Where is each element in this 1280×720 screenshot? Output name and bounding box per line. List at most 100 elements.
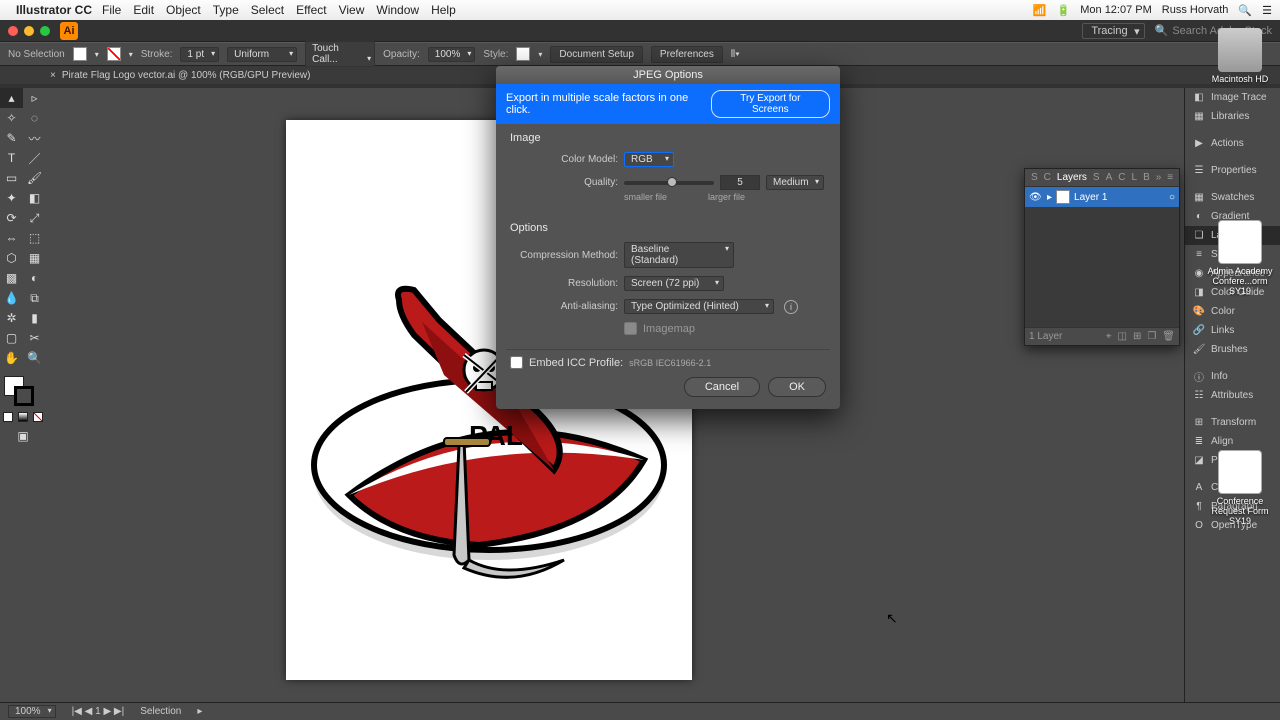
artboard-tool[interactable]: ▢	[0, 328, 23, 348]
artboard-nav[interactable]: |◀ ◀ 1 ▶ ▶|	[72, 706, 125, 717]
stroke-profile-dropdown[interactable]: Uniform	[227, 47, 297, 62]
brush-dropdown[interactable]: Touch Call...	[305, 41, 375, 67]
dock-libraries[interactable]: ▦Libraries	[1185, 107, 1280, 126]
gradient-mode-icon[interactable]	[18, 412, 28, 422]
new-sublayer-icon[interactable]: ⊞	[1133, 331, 1141, 342]
shaper-tool[interactable]: ✦	[0, 188, 23, 208]
preferences-button[interactable]: Preferences	[651, 46, 723, 63]
make-clip-icon[interactable]: ◫	[1117, 331, 1126, 342]
menu-edit[interactable]: Edit	[133, 3, 154, 17]
stock-search[interactable]: 🔍Search Adobe Stock	[1155, 24, 1272, 37]
spotlight-icon[interactable]: 🔍	[1238, 4, 1252, 17]
dock-swatches[interactable]: ▦Swatches	[1185, 188, 1280, 207]
zoom-tool[interactable]: 🔍	[23, 348, 46, 368]
delete-layer-icon[interactable]: 🗑	[1162, 331, 1175, 342]
panel-tab[interactable]: S	[1031, 172, 1038, 183]
rotate-tool[interactable]: ⟳	[0, 208, 23, 228]
dock-image-trace[interactable]: ◧Image Trace	[1185, 88, 1280, 107]
quality-slider[interactable]	[624, 181, 714, 185]
direct-selection-tool[interactable]: ▹	[23, 88, 46, 108]
target-icon[interactable]: ○	[1169, 192, 1175, 203]
document-setup-button[interactable]: Document Setup	[550, 46, 643, 63]
info-icon[interactable]: i	[784, 300, 798, 314]
document-tab-title[interactable]: Pirate Flag Logo vector.ai @ 100% (RGB/G…	[62, 70, 311, 81]
app-title[interactable]: Illustrator CC	[16, 3, 92, 17]
color-mode-icon[interactable]	[3, 412, 13, 422]
window-min-icon[interactable]	[24, 26, 34, 36]
scale-tool[interactable]: ⤢	[23, 208, 46, 228]
blend-tool[interactable]: ⧉	[23, 288, 46, 308]
lasso-tool[interactable]: ◌	[23, 108, 46, 128]
style-swatch[interactable]	[516, 47, 530, 61]
stroke-swatch[interactable]	[107, 47, 121, 61]
dock-color-guide[interactable]: ◨Color Guide	[1185, 283, 1280, 302]
dock-opentype[interactable]: OOpenType	[1185, 516, 1280, 535]
panel-tab[interactable]: C	[1118, 172, 1125, 183]
graph-tool[interactable]: ▮	[23, 308, 46, 328]
dock-gradient[interactable]: ◐Gradient	[1185, 207, 1280, 226]
dock-properties[interactable]: ☰Properties	[1185, 161, 1280, 180]
width-tool[interactable]: ⇔	[0, 228, 23, 248]
selection-tool[interactable]: ▴	[0, 88, 23, 108]
window-max-icon[interactable]	[40, 26, 50, 36]
none-mode-icon[interactable]	[33, 412, 43, 422]
symbol-sprayer-tool[interactable]: ✲	[0, 308, 23, 328]
panel-tab[interactable]: A	[1106, 172, 1113, 183]
user-name[interactable]: Russ Horvath	[1162, 4, 1229, 16]
dock-brushes[interactable]: 🖌Brushes	[1185, 340, 1280, 359]
embed-icc-checkbox[interactable]	[510, 356, 523, 369]
color-model-dropdown[interactable]: RGB	[624, 152, 674, 167]
menu-object[interactable]: Object	[166, 3, 201, 17]
dock-info[interactable]: ⓘInfo	[1185, 367, 1280, 386]
eraser-tool[interactable]: ◧	[23, 188, 46, 208]
panel-menu-icon[interactable]: ≡	[1167, 172, 1173, 183]
opacity-dropdown[interactable]: 100%	[428, 47, 476, 62]
dock-align[interactable]: ≣Align	[1185, 432, 1280, 451]
panel-tab[interactable]: S	[1093, 172, 1100, 183]
visibility-icon[interactable]: 👁	[1029, 192, 1043, 203]
fill-swatch[interactable]	[73, 47, 87, 61]
quality-input[interactable]	[720, 175, 760, 190]
shape-builder-tool[interactable]: ⬡	[0, 248, 23, 268]
tab-close-icon[interactable]: ×	[50, 70, 56, 81]
menu-help[interactable]: Help	[431, 3, 456, 17]
window-close-icon[interactable]	[8, 26, 18, 36]
fill-stroke-control[interactable]	[0, 374, 46, 408]
paintbrush-tool[interactable]: 🖌	[23, 168, 46, 188]
resolution-dropdown[interactable]: Screen (72 ppi)	[624, 276, 724, 291]
menu-effect[interactable]: Effect	[296, 3, 326, 17]
screen-mode-icon[interactable]: ▣	[17, 428, 28, 444]
eyedropper-tool[interactable]: 💧	[0, 288, 23, 308]
menu-file[interactable]: File	[102, 3, 121, 17]
dock-color[interactable]: 🎨Color	[1185, 302, 1280, 321]
panel-tab-layers[interactable]: Layers	[1057, 172, 1087, 183]
pen-tool[interactable]: ✎	[0, 128, 23, 148]
dock-paragraph[interactable]: ¶Paragraph	[1185, 497, 1280, 516]
dock-stroke[interactable]: ≡Stroke	[1185, 245, 1280, 264]
panel-tab[interactable]: L	[1132, 172, 1138, 183]
menu-window[interactable]: Window	[376, 3, 419, 17]
layer-row[interactable]: 👁 ▸ Layer 1 ○	[1025, 187, 1179, 207]
panel-tab[interactable]: B	[1143, 172, 1150, 183]
dock-attributes[interactable]: ☷Attributes	[1185, 386, 1280, 405]
magic-wand-tool[interactable]: ✧	[0, 108, 23, 128]
ok-button[interactable]: OK	[768, 377, 826, 397]
stroke-color[interactable]	[14, 386, 34, 406]
wifi-icon[interactable]: 📶	[1033, 4, 1047, 17]
dock-pathfinder[interactable]: ◪Pathfinder	[1185, 451, 1280, 470]
dock-layers[interactable]: ❑Layers	[1185, 226, 1280, 245]
layers-panel[interactable]: S C Layers S A C L B » ≡ 👁 ▸ Layer 1 ○ 1…	[1024, 168, 1180, 346]
type-tool[interactable]: T	[0, 148, 23, 168]
gradient-tool[interactable]: ◐	[23, 268, 46, 288]
compression-dropdown[interactable]: Baseline (Standard)	[624, 242, 734, 268]
dock-actions[interactable]: ▶Actions	[1185, 134, 1280, 153]
menu-type[interactable]: Type	[213, 3, 239, 17]
notification-icon[interactable]: ☰	[1262, 4, 1272, 17]
workspace-dropdown[interactable]: Tracing	[1082, 23, 1144, 39]
status-arrow-icon[interactable]: ▸	[197, 706, 202, 717]
align-icon[interactable]: ⫴▾	[731, 49, 740, 60]
disclosure-icon[interactable]: ▸	[1047, 192, 1052, 203]
slice-tool[interactable]: ✂	[23, 328, 46, 348]
quality-preset-dropdown[interactable]: Medium	[766, 175, 824, 190]
panel-tab[interactable]: C	[1044, 172, 1051, 183]
